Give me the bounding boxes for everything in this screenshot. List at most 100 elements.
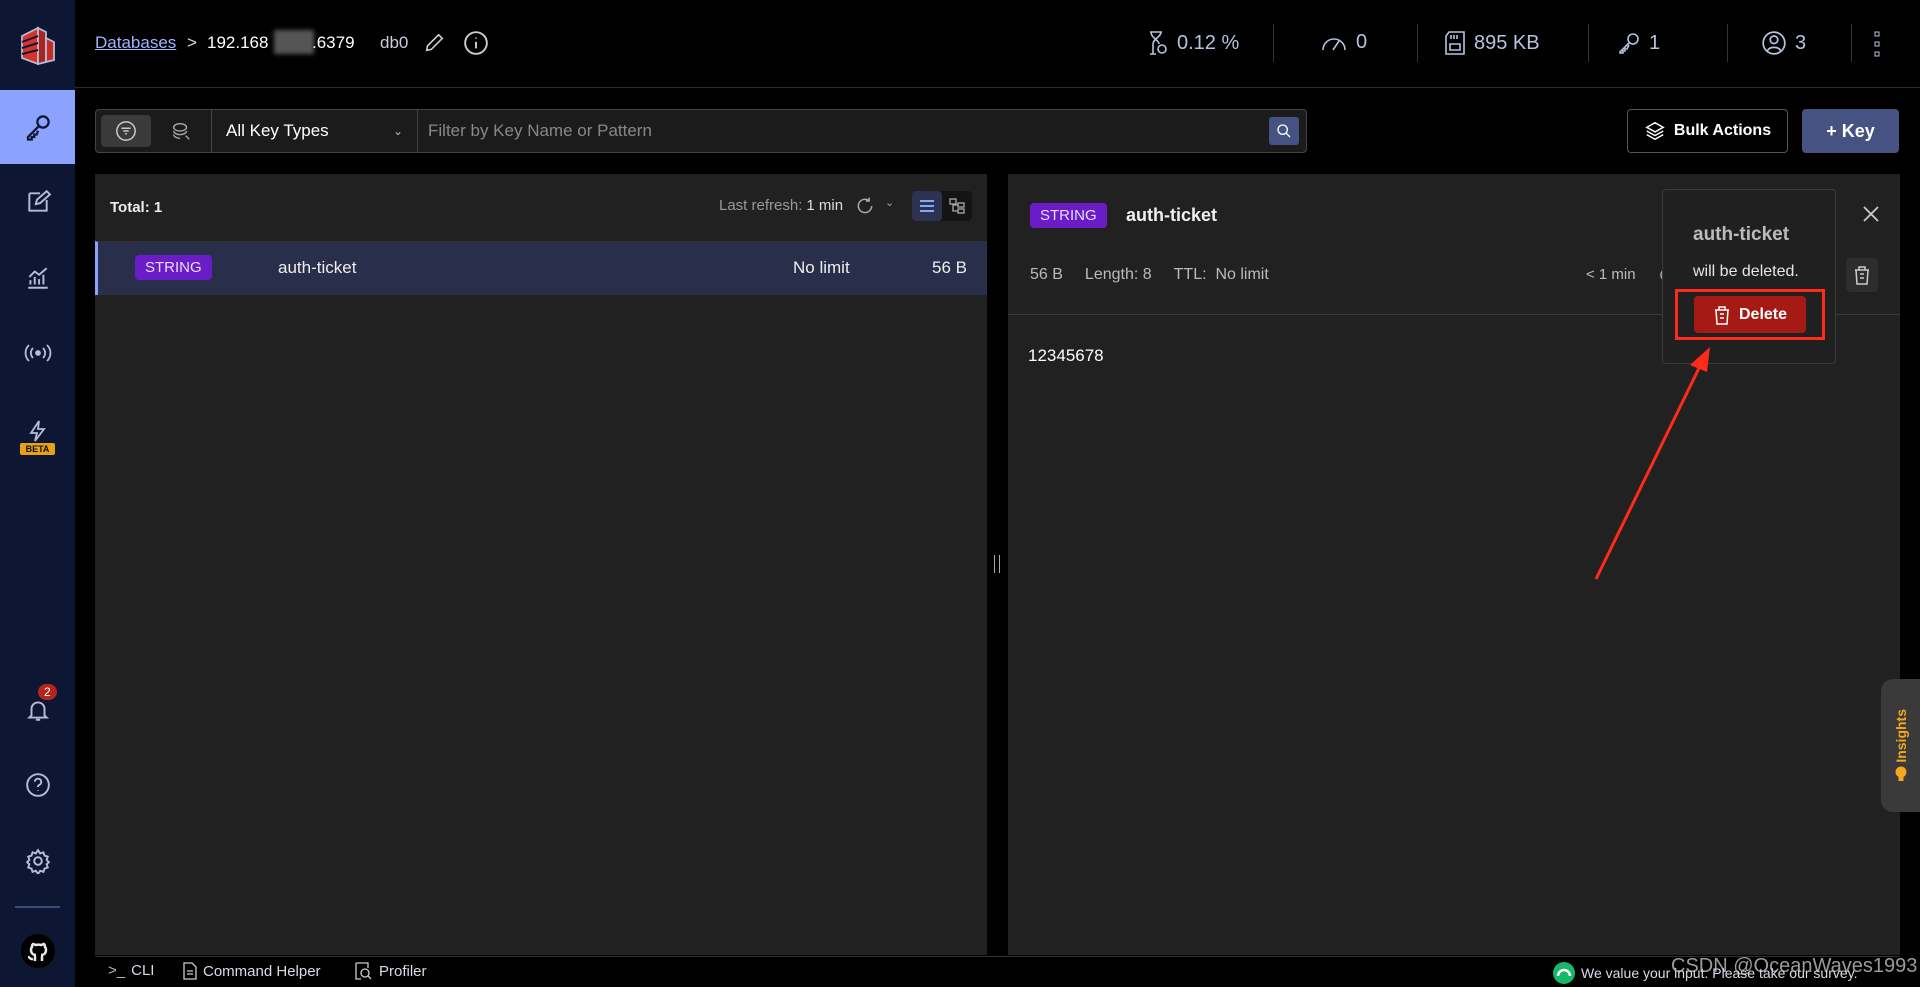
nav-triggers[interactable]: BETA xyxy=(0,412,75,462)
stat-divider xyxy=(1727,24,1728,62)
edit-icon xyxy=(27,189,51,212)
search-icon xyxy=(1277,124,1291,138)
key-name: auth-ticket xyxy=(1126,205,1218,225)
hourglass-icon xyxy=(1150,31,1167,55)
port: .6379 xyxy=(312,33,355,52)
nav-workbench[interactable] xyxy=(0,182,75,222)
command-helper-button[interactable]: Command Helper xyxy=(183,962,321,980)
nav-pubsub[interactable] xyxy=(0,333,75,373)
profiler-label: Profiler xyxy=(379,962,427,980)
popover-key-name: auth-ticket xyxy=(1693,224,1790,245)
tree-icon xyxy=(949,198,965,214)
last-refresh: < 1 min xyxy=(1586,266,1636,283)
add-key-button[interactable]: + Key xyxy=(1802,109,1899,153)
nav-analysis[interactable] xyxy=(0,258,75,298)
github-link[interactable] xyxy=(0,932,75,970)
terminal-icon: >_ xyxy=(108,962,126,979)
filter-bar: All Key Types ⌄ xyxy=(95,109,1307,153)
help-button[interactable] xyxy=(0,765,75,805)
key-meta: 56 B Length: 8 TTL: No limit xyxy=(1030,266,1269,284)
stat-keys-value: 1 xyxy=(1649,31,1661,54)
key-type-select[interactable]: All Key Types ⌄ xyxy=(212,110,417,152)
pencil-icon[interactable] xyxy=(423,32,445,54)
tree-view-button[interactable] xyxy=(942,191,972,221)
stat-ops: 0 xyxy=(1320,30,1367,54)
chevron-down-icon: ⌄ xyxy=(392,124,403,138)
chevron-down-icon[interactable]: ⌄ xyxy=(885,196,894,209)
info-icon[interactable] xyxy=(463,30,489,56)
key-list-panel: Total: 1 Last refresh: 1 min ⌄ STRING aut… xyxy=(95,174,987,955)
breadcrumb-databases[interactable]: Databases xyxy=(95,33,176,53)
trash-icon xyxy=(1855,266,1869,285)
settings-button[interactable] xyxy=(0,841,75,881)
stat-memory: 895 KB xyxy=(1444,30,1540,56)
table-row[interactable]: STRING auth-ticket No limit 56 B xyxy=(95,241,987,295)
key-icon xyxy=(26,115,50,141)
command-helper-label: Command Helper xyxy=(203,962,321,980)
document-icon xyxy=(183,962,197,980)
memory-icon xyxy=(1445,31,1465,55)
bulk-actions-button[interactable]: Bulk Actions xyxy=(1627,109,1788,153)
vector-search-icon xyxy=(172,122,190,140)
stat-divider xyxy=(1851,24,1852,62)
stat-memory-value: 895 KB xyxy=(1474,31,1540,54)
close-icon[interactable] xyxy=(1861,204,1881,224)
stat-clients-value: 3 xyxy=(1795,31,1807,54)
search-mode-button[interactable] xyxy=(158,115,203,147)
delete-key-button[interactable] xyxy=(1846,258,1878,292)
host: 192.168 xyxy=(207,33,269,52)
key-length: Length: 8 xyxy=(1084,266,1152,283)
annotation-highlight-box xyxy=(1675,289,1825,340)
notifications-button[interactable]: 2 xyxy=(0,684,75,730)
stat-clients: 3 xyxy=(1761,30,1806,56)
key-type-value: All Key Types xyxy=(226,121,329,140)
lightbulb-icon xyxy=(1895,766,1906,782)
redis-logo[interactable] xyxy=(0,18,75,74)
insights-label: Insights xyxy=(1892,708,1909,763)
filter-icon xyxy=(116,121,136,141)
stat-keys: 1 xyxy=(1617,30,1660,56)
refresh-icon[interactable] xyxy=(855,196,875,216)
key-ttl: No limit xyxy=(793,258,850,277)
user-icon xyxy=(1762,31,1786,55)
ttl-value[interactable]: No limit xyxy=(1215,266,1268,283)
gear-icon xyxy=(25,848,50,874)
gauge-icon xyxy=(1322,38,1346,51)
popover-message: will be deleted. xyxy=(1693,263,1799,280)
more-icon[interactable] xyxy=(1873,30,1881,58)
layers-icon xyxy=(1645,121,1665,141)
view-toggle xyxy=(912,191,972,221)
search-button[interactable] xyxy=(1269,117,1299,145)
key-value[interactable]: 12345678 xyxy=(1028,346,1104,366)
last-refresh-label: Last refresh: xyxy=(719,197,803,214)
github-icon xyxy=(20,934,55,968)
breadcrumb-separator: > xyxy=(187,33,197,52)
ttl-label: TTL: xyxy=(1173,266,1207,283)
bell-icon xyxy=(26,701,49,721)
redacted-area xyxy=(274,30,314,54)
divider xyxy=(417,110,418,152)
survey-icon xyxy=(1553,962,1575,984)
insights-tab[interactable]: Insights xyxy=(1881,679,1920,812)
key-size: 56 B xyxy=(1030,266,1063,283)
key-size: 56 B xyxy=(932,258,967,277)
stat-cpu: 0.12 % xyxy=(1145,30,1239,56)
filter-mode-button[interactable] xyxy=(101,115,151,147)
list-view-button[interactable] xyxy=(912,191,942,221)
stat-divider xyxy=(1588,24,1589,62)
notification-count: 2 xyxy=(38,684,57,700)
top-header: Databases > 192.168 .6379 db0 0.12 % 0 8… xyxy=(75,0,1920,88)
db-index: db0 xyxy=(380,33,409,52)
profiler-icon xyxy=(355,962,372,980)
cli-button[interactable]: >_ CLI xyxy=(108,962,154,979)
last-refresh-value: 1 min xyxy=(806,197,844,214)
resize-handle[interactable] xyxy=(994,555,1000,573)
lightning-icon xyxy=(28,420,46,442)
search-input[interactable] xyxy=(428,116,1228,146)
stat-cpu-value: 0.12 % xyxy=(1177,31,1240,54)
nav-browser[interactable] xyxy=(0,90,75,164)
cli-label: CLI xyxy=(131,962,155,979)
stat-ops-value: 0 xyxy=(1356,30,1368,53)
profiler-button[interactable]: Profiler xyxy=(355,962,427,980)
sidebar: BETA 2 xyxy=(0,0,75,987)
